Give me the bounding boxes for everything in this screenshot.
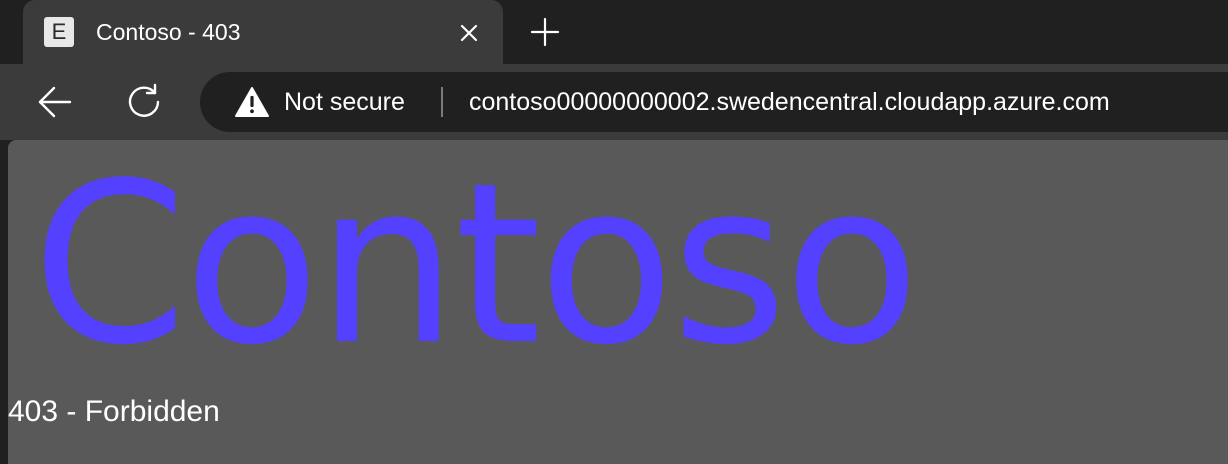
browser-toolbar: Not secure contoso00000000002.swedencent… xyxy=(0,64,1228,140)
error-message: 403 - Forbidden xyxy=(8,395,220,428)
refresh-icon[interactable] xyxy=(124,82,164,122)
active-tab[interactable]: E Contoso - 403 xyxy=(23,0,503,64)
close-icon[interactable] xyxy=(456,20,482,46)
favicon-icon: E xyxy=(44,17,74,47)
url-text[interactable]: contoso00000000002.swedencentral.cloudap… xyxy=(469,87,1110,117)
address-bar[interactable]: Not secure contoso00000000002.swedencent… xyxy=(200,72,1228,132)
address-bar-divider xyxy=(441,87,443,117)
plus-icon[interactable] xyxy=(527,14,563,50)
tab-title: Contoso - 403 xyxy=(96,19,241,45)
page-content: Contoso 403 - Forbidden xyxy=(8,140,1228,464)
tab-strip: E Contoso - 403 xyxy=(0,0,1228,64)
security-status-label[interactable]: Not secure xyxy=(284,87,405,117)
warning-icon[interactable] xyxy=(234,86,270,118)
back-arrow-icon[interactable] xyxy=(34,84,74,120)
brand-heading: Contoso xyxy=(32,136,920,394)
